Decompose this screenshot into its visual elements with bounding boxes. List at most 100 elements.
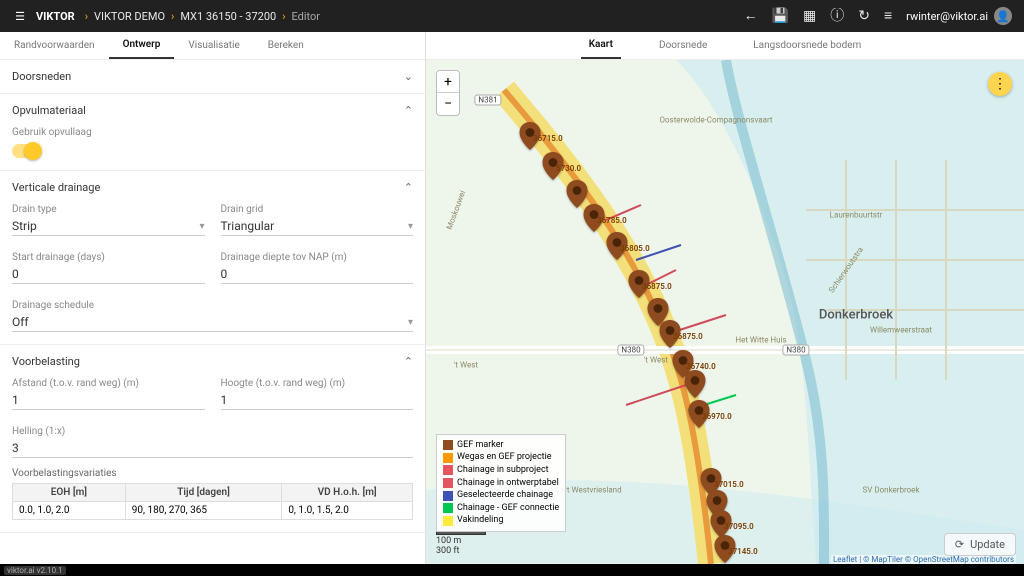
hoogte-input[interactable]: 1 [221,391,414,410]
drain-grid-select[interactable]: Triangular▾ [221,217,414,236]
marker-label: 36715.0 [533,134,563,143]
legend-swatch [443,453,453,463]
marker-label: 36805.0 [620,244,650,253]
helling-label: Helling (1:x) [12,426,413,437]
legend-row: GEF marker [443,439,559,452]
legend-row: Wegas en GEF projectie [443,451,559,464]
section-header[interactable]: Voorbelasting ⌃ [12,355,413,368]
drainage-depth-input[interactable]: 0 [221,265,414,284]
legend-swatch [443,516,453,526]
history-icon[interactable]: ↻ [858,9,870,23]
map-text: Laurenbuurtstr [830,211,883,220]
map-text: 't West [454,361,478,370]
chevron-down-icon: ⌄ [404,70,413,83]
city-label: Donkerbroek [819,308,893,323]
marker-label: 36785.0 [597,216,627,225]
table-row[interactable]: 0.0, 1.0, 2.0 90, 180, 270, 365 0, 1.0, … [13,502,413,520]
section-verticale-drainage: Verticale drainage ⌃ Drain type Strip▾ D… [0,171,425,345]
zoom-out-button[interactable]: − [437,93,459,115]
legend-swatch [443,503,453,513]
tab-randvoorwaarden[interactable]: Randvoorwaarden [0,32,109,59]
section-doorsneden: Doorsneden ⌄ [0,60,425,94]
table-cell: 0, 1.0, 1.5, 2.0 [282,502,413,520]
map-text: Het Witte Huis [735,336,786,345]
legend-label: Chainage - GEF connectie [457,502,559,515]
update-button[interactable]: ⟳ Update [944,533,1016,556]
scale-metric: 100 m [436,536,486,546]
table-header: Tijd [dagen] [125,484,282,502]
breadcrumb-item[interactable]: MX1 36150 - 37200 [180,10,276,23]
chevron-up-icon: ⌃ [404,104,413,117]
section-header[interactable]: Opvulmateriaal ⌃ [12,104,413,117]
marker-label: 37145.0 [728,547,758,556]
tab-doorsnede[interactable]: Doorsnede [651,32,715,59]
right-panel: Kaart Doorsnede Langsdoorsnede bodem [426,32,1024,564]
chevron-down-icon: ▾ [408,317,413,328]
hoogte-label: Hoogte (t.o.v. rand weg) (m) [221,378,414,389]
table-cell: 0.0, 1.0, 2.0 [13,502,126,520]
legend-swatch [443,440,453,450]
road-label: N381 [474,95,501,106]
chevron-right-icon: › [171,10,174,23]
opvullaag-toggle[interactable] [12,144,40,158]
left-tabs: Randvoorwaarden Ontwerp Visualisatie Ber… [0,32,425,60]
save-icon[interactable]: 💾 [772,9,789,23]
apps-icon[interactable]: ▦ [803,9,816,23]
update-label: Update [970,538,1005,551]
legend-label: Vakindeling [457,514,503,527]
marker-label: 37095.0 [724,522,754,531]
tab-langsdoorsnede[interactable]: Langsdoorsnede bodem [745,32,869,59]
map-view[interactable]: + − ⋮ Donkerbroek N381 N380 N380 Oosterw… [426,60,1024,564]
drain-type-select[interactable]: Strip▾ [12,217,205,236]
legend-row: Chainage - GEF connectie [443,502,559,515]
right-tabs: Kaart Doorsnede Langsdoorsnede bodem [426,32,1024,60]
map-options-button[interactable]: ⋮ [988,72,1012,96]
legend-label: Geselecteerde chainage [457,489,553,502]
marker-label: 36875.0 [642,282,672,291]
road-label: N380 [782,345,809,356]
map-legend: GEF markerWegas en GEF projectie Chainage… [436,434,566,532]
tab-kaart[interactable]: Kaart [581,32,621,59]
section-title: Voorbelasting [12,355,80,368]
legend-swatch [443,478,453,488]
section-header[interactable]: Doorsneden ⌄ [12,70,413,83]
legend-row: Geselecteerde chainage [443,489,559,502]
back-icon[interactable]: ← [744,9,758,23]
chevron-up-icon: ⌃ [404,355,413,368]
marker-label: 36970.0 [702,412,732,421]
tab-visualisatie[interactable]: Visualisatie [174,32,253,59]
map-attribution: Leaflet | © MapTiler © OpenStreetMap con… [831,555,1016,564]
chevron-up-icon: ⌃ [404,181,413,194]
breadcrumb-item[interactable]: VIKTOR DEMO [94,10,165,23]
afstand-input[interactable]: 1 [12,391,205,410]
start-drainage-label: Start drainage (days) [12,252,205,263]
section-title: Doorsneden [12,70,71,83]
voorbelastingsvariaties-table: EOH [m] Tijd [dagen] VD H.o.h. [m] 0.0, … [12,483,413,520]
legend-row: Chainage in ontwerptabel [443,477,559,490]
helling-input[interactable]: 3 [12,439,413,458]
chevron-right-icon: › [282,10,285,23]
drainage-depth-label: Drainage diepte tov NAP (m) [221,252,414,263]
drainage-schedule-select[interactable]: Off▾ [12,313,413,332]
info-icon[interactable]: ⓘ [830,9,844,23]
chevron-down-icon: ▾ [408,221,413,232]
list-icon[interactable]: ≡ [884,9,892,23]
section-header[interactable]: Verticale drainage ⌃ [12,181,413,194]
start-drainage-input[interactable]: 0 [12,265,205,284]
legend-swatch [443,465,453,475]
map-text: Willemweerstraat [870,326,932,335]
menu-icon[interactable]: ☰ [8,10,32,23]
scale-imperial: 300 ft [436,546,486,556]
refresh-icon: ⟳ [955,538,964,551]
afstand-label: Afstand (t.o.v. rand weg) (m) [12,378,205,389]
breadcrumb: › VIKTOR DEMO › MX1 36150 - 37200 › Edit… [85,10,744,23]
drain-type-label: Drain type [12,204,205,215]
zoom-in-button[interactable]: + [437,71,459,93]
table-cell: 90, 180, 270, 365 [125,502,282,520]
tab-ontwerp[interactable]: Ontwerp [109,32,175,59]
legend-label: GEF marker [457,439,504,452]
user-menu[interactable]: rwinter@viktor.ai 👤 [906,7,1012,25]
table-header: VD H.o.h. [m] [282,484,413,502]
drainage-schedule-label: Drainage schedule [12,300,413,311]
tab-bereken[interactable]: Bereken [254,32,318,59]
